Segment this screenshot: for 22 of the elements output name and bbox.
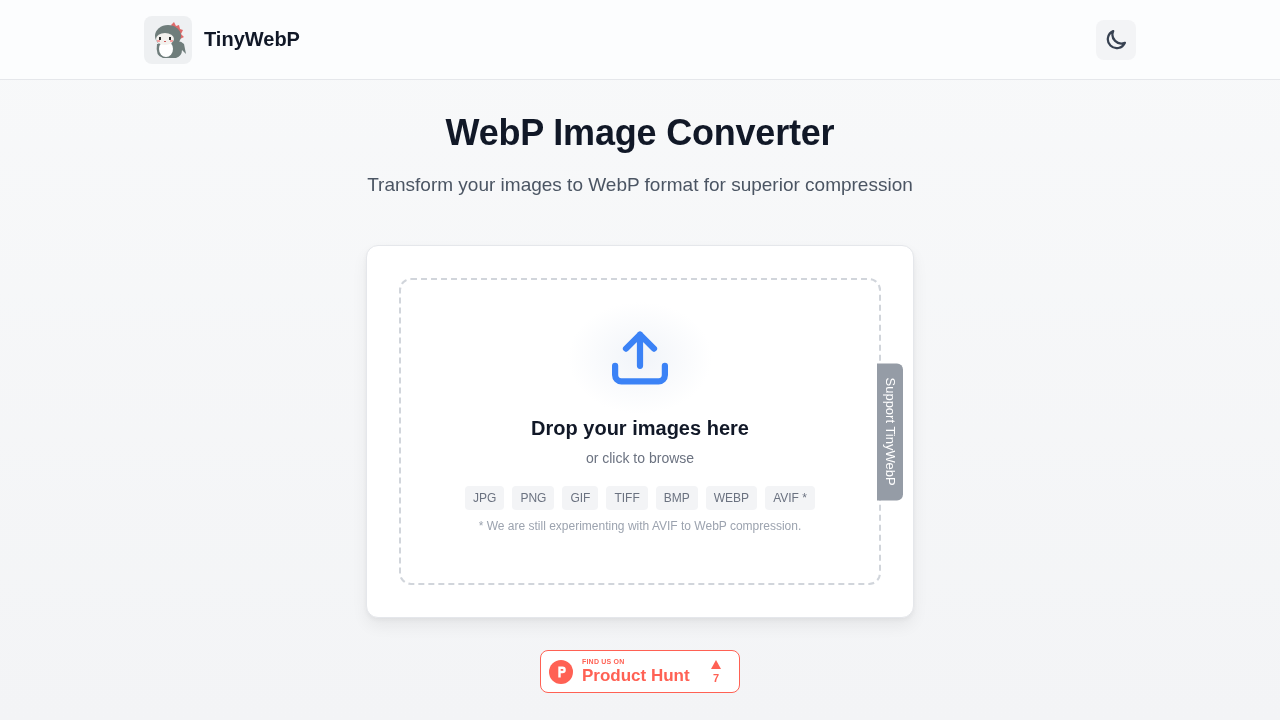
avif-note: * We are still experimenting with AVIF to WebP compression. — [478, 518, 802, 535]
format-tag: AVIF * — [765, 486, 815, 510]
upload-icon — [612, 330, 668, 386]
vote-count: 7 — [712, 671, 720, 684]
page-title: WebP Image Converter — [445, 111, 835, 155]
triangle-icon — [711, 659, 721, 669]
format-tag: GIF — [562, 486, 599, 510]
mascot-logo-icon — [144, 15, 192, 64]
page-subtitle: Transform your images to WebP format for superior compression — [367, 173, 913, 197]
drop-title: Drop your images here — [531, 416, 749, 441]
browse-hint: or click to browse — [585, 449, 695, 468]
format-tag: JPG — [465, 486, 505, 510]
brand-name: TinyWebP — [204, 28, 300, 51]
circle-logo-icon — [549, 659, 573, 684]
format-tag: PNG — [512, 486, 555, 510]
format-tag: TIFF — [606, 486, 648, 510]
theme-toggle-button[interactable] — [1096, 19, 1136, 60]
support-tab[interactable]: Support TinyWebP — [877, 363, 903, 500]
moon-icon — [1106, 29, 1126, 50]
format-tag: WEBP — [705, 486, 758, 510]
format-tag: BMP — [655, 486, 698, 510]
badge-title: Product Hunt — [582, 665, 690, 686]
